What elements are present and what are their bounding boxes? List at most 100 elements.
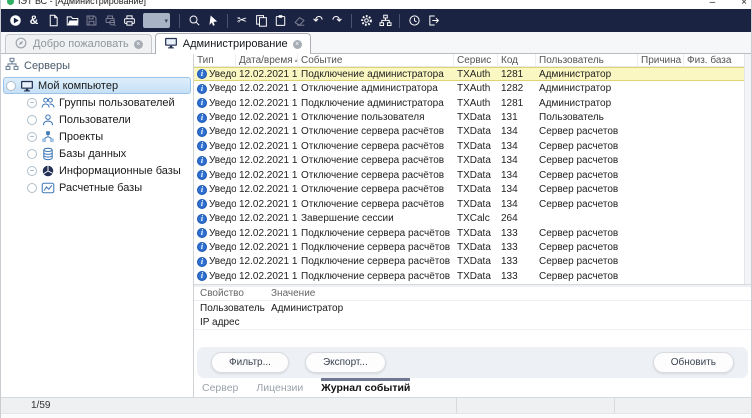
tree-item-projects[interactable]: −Проекты bbox=[23, 128, 193, 145]
save-icon[interactable] bbox=[82, 11, 100, 30]
cell-type: iУведом... bbox=[194, 256, 236, 267]
tab-licenses[interactable]: Лицензии bbox=[256, 378, 303, 394]
tab-administration[interactable]: Администрирование × bbox=[155, 33, 311, 54]
redo-icon[interactable]: ↷ bbox=[328, 11, 346, 30]
table-row[interactable]: iУведом...12.02.2021 16...Отключение сер… bbox=[194, 154, 751, 168]
properties-panel: Свойство Значение Пользователь Администр… bbox=[194, 287, 751, 330]
tree-item-user-group[interactable]: −Группы пользователей bbox=[23, 94, 193, 111]
table-row[interactable]: iУведом...12.02.2021 16...Завершение сес… bbox=[194, 211, 751, 225]
table-row[interactable]: iУведом...12.02.2021 16...Отключение сер… bbox=[194, 125, 751, 139]
database-icon bbox=[41, 147, 55, 161]
cell-datetime: 12.02.2021 15... bbox=[236, 271, 298, 282]
undo-icon[interactable]: ↶ bbox=[309, 11, 327, 30]
table-row[interactable]: iУведом...12.02.2021 17...Отключение адм… bbox=[194, 81, 751, 95]
table-row[interactable]: iУведом...12.02.2021 15...Подключение се… bbox=[194, 226, 751, 240]
column-header-datetime[interactable]: Дата/время▴ bbox=[236, 54, 298, 66]
tree-item-database[interactable]: Базы данных bbox=[23, 145, 193, 162]
tree-item-label: Мой компьютер bbox=[38, 80, 118, 92]
cell-service: TXData bbox=[454, 112, 498, 123]
history-icon[interactable] bbox=[405, 11, 423, 30]
cell-type: iУведом... bbox=[194, 213, 236, 224]
table-row[interactable]: iУведом...12.02.2021 17...Подключение ад… bbox=[194, 96, 751, 110]
tab-event-log[interactable]: Журнал событий bbox=[321, 378, 410, 394]
cell-type: iУведом... bbox=[194, 112, 236, 123]
table-row[interactable]: iУведом...12.02.2021 15...Подключение се… bbox=[194, 269, 751, 283]
column-header-physbase[interactable]: Физ. база bbox=[684, 54, 751, 66]
select-pointer-icon[interactable] bbox=[204, 11, 222, 30]
table-row[interactable]: iУведом...12.02.2021 16...Отключение сер… bbox=[194, 168, 751, 182]
table-row[interactable]: iУведом...12.02.2021 15...Подключение се… bbox=[194, 255, 751, 269]
print-preview-icon[interactable] bbox=[101, 11, 119, 30]
settings-icon[interactable] bbox=[357, 11, 375, 30]
table-row[interactable]: iУведом...12.02.2021 16...Отключение сер… bbox=[194, 139, 751, 153]
table-row[interactable]: iУведом...12.02.2021 15...Подключение се… bbox=[194, 240, 751, 254]
tree-item-calcbase[interactable]: Расчетные базы bbox=[23, 179, 193, 196]
cell-service: TXAuth bbox=[454, 69, 498, 80]
cell-type: iУведом... bbox=[194, 242, 236, 253]
cell-type: iУведом... bbox=[194, 170, 236, 181]
tree-toggle-icon[interactable] bbox=[27, 115, 37, 125]
property-value: Администратор bbox=[271, 303, 751, 314]
minimize-button[interactable]: – bbox=[710, 0, 716, 8]
column-header-type[interactable]: Тип bbox=[194, 54, 236, 66]
app-window: ІЭТ ВС - [Администрирование] – × &▾✂↶↷ Д… bbox=[0, 0, 752, 418]
toolbar-separator bbox=[351, 14, 352, 28]
column-header-code[interactable]: Код bbox=[498, 54, 536, 66]
cell-user: Администратор bbox=[536, 69, 638, 80]
print-icon[interactable] bbox=[120, 11, 138, 30]
cell-code: 133 bbox=[498, 242, 536, 253]
info-icon: i bbox=[197, 127, 207, 137]
cell-user: Сервер расчетов bbox=[536, 242, 638, 253]
tab-welcome-close-icon[interactable]: × bbox=[134, 40, 143, 49]
info-icon: i bbox=[197, 185, 207, 195]
search-icon[interactable] bbox=[185, 11, 203, 30]
table-row[interactable]: iУведом...12.02.2021 17...Подключение ад… bbox=[194, 67, 751, 81]
clear-icon[interactable] bbox=[290, 11, 308, 30]
tree-item-computer[interactable]: Мой компьютер bbox=[3, 77, 191, 94]
tab-administration-close-icon[interactable]: × bbox=[293, 40, 302, 49]
cut-icon[interactable]: ✂ bbox=[233, 11, 251, 30]
tree-item-infobase[interactable]: − Информационные базы bbox=[23, 162, 193, 179]
filter-button[interactable]: Фильтр... bbox=[211, 352, 289, 373]
cell-datetime: 12.02.2021 16... bbox=[236, 170, 298, 181]
tree-toggle-icon[interactable]: − bbox=[27, 98, 37, 108]
exit-icon[interactable] bbox=[424, 11, 442, 30]
tree-item-label: Информационные базы bbox=[59, 165, 181, 177]
column-header-reason[interactable]: Причина bbox=[638, 54, 684, 66]
table-row[interactable]: iУведом...12.02.2021 16...Отключение сер… bbox=[194, 197, 751, 211]
cell-type: iУведом... bbox=[194, 69, 236, 80]
tab-welcome[interactable]: Добро пожаловать × bbox=[5, 34, 152, 53]
table-row[interactable]: iУведом...12.02.2021 16...Отключение пол… bbox=[194, 110, 751, 124]
cell-service: TXData bbox=[454, 155, 498, 166]
cell-type: iУведом... bbox=[194, 83, 236, 94]
cell-user: Сервер расчетов bbox=[536, 126, 638, 137]
refresh-button[interactable]: Обновить bbox=[653, 352, 734, 373]
tree-toggle-icon[interactable]: − bbox=[27, 166, 37, 176]
close-button[interactable]: × bbox=[741, 0, 747, 8]
info-icon: i bbox=[197, 84, 207, 94]
column-header-user[interactable]: Пользователь bbox=[536, 54, 638, 66]
table-row[interactable]: iУведом...12.02.2021 16...Отключение сер… bbox=[194, 183, 751, 197]
property-column-header: Свойство bbox=[200, 288, 271, 299]
vertical-scrollbar[interactable] bbox=[744, 54, 751, 284]
export-button[interactable]: Экспорт... bbox=[305, 352, 386, 373]
tree-toggle-icon[interactable] bbox=[27, 149, 37, 159]
new-document-icon[interactable] bbox=[44, 11, 62, 30]
tab-server[interactable]: Сервер bbox=[202, 378, 238, 394]
scale-combo[interactable]: ▾ bbox=[143, 13, 170, 28]
tree-item-user[interactable]: Пользователи bbox=[23, 111, 193, 128]
tree-toggle-icon[interactable] bbox=[6, 81, 16, 91]
copy-icon[interactable] bbox=[252, 11, 270, 30]
connections-icon[interactable]: & bbox=[25, 11, 43, 30]
info-icon: i bbox=[197, 228, 207, 238]
info-icon: i bbox=[197, 199, 207, 209]
app-logo-icon[interactable] bbox=[6, 11, 24, 30]
open-folder-icon[interactable] bbox=[63, 11, 81, 30]
cell-service: TXData bbox=[454, 170, 498, 181]
column-header-event[interactable]: Событие bbox=[298, 54, 454, 66]
tree-toggle-icon[interactable]: − bbox=[27, 132, 37, 142]
column-header-service[interactable]: Сервис bbox=[454, 54, 498, 66]
sitemap-icon[interactable] bbox=[376, 11, 394, 30]
tree-toggle-icon[interactable] bbox=[27, 183, 37, 193]
paste-icon[interactable] bbox=[271, 11, 289, 30]
